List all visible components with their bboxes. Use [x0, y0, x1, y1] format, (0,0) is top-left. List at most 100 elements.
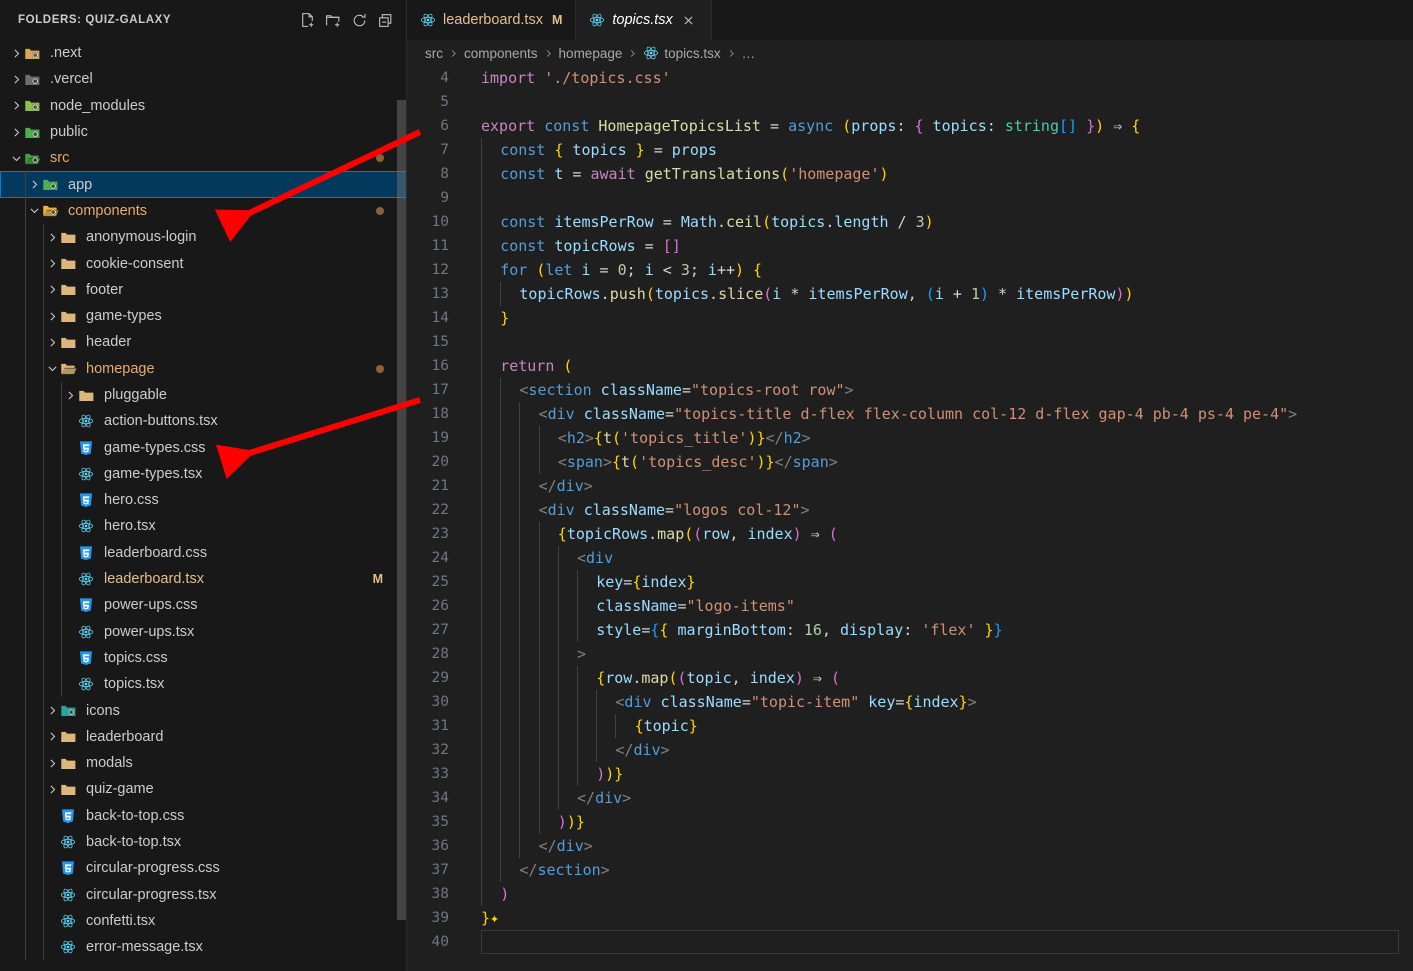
chevron-down-icon[interactable] — [8, 150, 24, 166]
tree-folder-app[interactable]: app — [0, 171, 407, 198]
tree-folder-src[interactable]: src — [0, 145, 407, 171]
tree-file-leaderboard-css[interactable]: leaderboard.css — [0, 539, 407, 566]
tree-folder-anonymous-login[interactable]: anonymous-login — [0, 224, 407, 251]
tree-file-power-ups-css[interactable]: power-ups.css — [0, 592, 407, 619]
tree-file-topics-css[interactable]: topics.css — [0, 644, 407, 672]
code-line[interactable]: 17 <section className="topics-root row"> — [407, 378, 1413, 402]
code-line[interactable]: 14} — [407, 306, 1413, 330]
editor-tab-topics-tsx[interactable]: topics.tsx — [576, 0, 712, 40]
code-line[interactable]: 36 </div> — [407, 834, 1413, 858]
chevron-right-icon[interactable] — [8, 45, 24, 61]
chevron-right-icon[interactable] — [44, 229, 60, 245]
tree-folder-cookie-consent[interactable]: cookie-consent — [0, 250, 407, 277]
tree-folder-footer[interactable]: footer — [0, 276, 407, 303]
code-line[interactable]: 25 key={index} — [407, 570, 1413, 594]
tree-folder-quiz-game[interactable]: quiz-game — [0, 776, 407, 803]
refresh-icon[interactable] — [347, 8, 371, 32]
tree-folder-game-types[interactable]: game-types — [0, 302, 407, 330]
code-line[interactable]: 13 topicRows.push(topics.slice(i * itemsP… — [407, 282, 1413, 306]
chevron-right-icon[interactable] — [8, 124, 24, 140]
editor-tab-leaderboard-tsx[interactable]: leaderboard.tsx M — [407, 0, 577, 40]
code-line[interactable]: 19 <h2>{t('topics_title')}</h2> — [407, 426, 1413, 450]
tree-folder-modals[interactable]: modals — [0, 750, 407, 777]
code-line[interactable]: 15 — [407, 330, 1413, 354]
code-line[interactable]: 40 — [407, 930, 1413, 954]
code-line[interactable]: 26 className="logo-items" — [407, 594, 1413, 618]
breadcrumb-item[interactable]: homepage — [559, 46, 623, 61]
tree-folder--vercel[interactable]: .vercel — [0, 66, 407, 92]
code-line[interactable]: 16 return ( — [407, 354, 1413, 378]
chevron-right-icon[interactable] — [26, 177, 42, 193]
tree-file-game-types-tsx[interactable]: game-types.tsx — [0, 460, 407, 488]
code-line[interactable]: 29 {row.map((topic, index) ⇒ ( — [407, 666, 1413, 690]
code-line[interactable]: 22 <div className="logos col-12"> — [407, 498, 1413, 522]
tree-file-circular-progress-tsx[interactable]: circular-progress.tsx — [0, 881, 407, 908]
breadcrumb-item[interactable]: src — [425, 46, 443, 61]
new-file-icon[interactable] — [295, 8, 319, 32]
code-line[interactable]: 33))} — [407, 762, 1413, 786]
tree-folder-public[interactable]: public — [0, 119, 407, 145]
chevron-right-icon[interactable] — [44, 256, 60, 272]
code-line[interactable]: 28 > — [407, 642, 1413, 666]
breadcrumb[interactable]: src components homepage topics.tsx… — [407, 40, 1413, 66]
code-line[interactable]: 6 export const HomepageTopicsList = async… — [407, 114, 1413, 138]
code-line[interactable]: 18 <div className="topics-title d-flex fl… — [407, 402, 1413, 426]
code-line[interactable]: 24 <div — [407, 546, 1413, 570]
code-line[interactable]: 38) — [407, 882, 1413, 906]
chevron-right-icon[interactable] — [8, 71, 24, 87]
code-editor[interactable]: 4 import './topics.css' 5 6 export const Hom… — [407, 66, 1413, 971]
code-line[interactable]: 20 <span>{t('topics_desc')}</span> — [407, 450, 1413, 474]
breadcrumb-item[interactable]: topics.tsx — [664, 46, 720, 61]
code-line[interactable]: 4 import './topics.css' — [407, 66, 1413, 90]
close-icon[interactable] — [680, 11, 698, 29]
new-folder-icon[interactable] — [321, 8, 345, 32]
tree-folder-leaderboard[interactable]: leaderboard — [0, 723, 407, 751]
code-line[interactable]: 8 const t = await getTranslations('homepa… — [407, 162, 1413, 186]
tree-file-hero-css[interactable]: hero.css — [0, 487, 407, 514]
collapse-all-icon[interactable] — [373, 8, 397, 32]
code-line[interactable]: 23 {topicRows.map((row, index) ⇒ ( — [407, 522, 1413, 546]
code-line[interactable]: 30 <div className="topic-item" key={index… — [407, 690, 1413, 714]
code-line[interactable]: 31 {topic} — [407, 714, 1413, 738]
code-line[interactable]: 27 style={{ marginBottom: 16, display: 'f… — [407, 618, 1413, 642]
code-line[interactable]: 11 const topicRows = [] — [407, 234, 1413, 258]
chevron-right-icon[interactable] — [44, 729, 60, 745]
code-line[interactable]: 21 </div> — [407, 474, 1413, 498]
tree-file-hero-tsx[interactable]: hero.tsx — [0, 513, 407, 540]
tree-file-back-to-top-css[interactable]: back-to-top.css — [0, 802, 407, 829]
chevron-right-icon[interactable] — [44, 334, 60, 350]
code-line[interactable]: 5 — [407, 90, 1413, 114]
tree-file-action-buttons-tsx[interactable]: action-buttons.tsx — [0, 408, 407, 435]
file-tree[interactable]: .next .vercel node_modules public src ap… — [0, 40, 407, 971]
chevron-right-icon[interactable] — [44, 282, 60, 298]
chevron-down-icon[interactable] — [44, 361, 60, 377]
tree-file-leaderboard-tsx[interactable]: leaderboard.tsx M — [0, 565, 407, 593]
chevron-right-icon[interactable] — [44, 308, 60, 324]
tree-folder-components[interactable]: components — [0, 197, 407, 225]
tree-folder-homepage[interactable]: homepage — [0, 355, 407, 382]
tree-file-error-message-tsx[interactable]: error-message.tsx — [0, 934, 407, 961]
tree-file-circular-progress-css[interactable]: circular-progress.css — [0, 855, 407, 882]
tree-folder-pluggable[interactable]: pluggable — [0, 381, 407, 409]
chevron-right-icon[interactable] — [44, 703, 60, 719]
code-line[interactable]: 7 const { topics } = props — [407, 138, 1413, 162]
chevron-right-icon[interactable] — [44, 781, 60, 797]
tree-folder--next[interactable]: .next — [0, 40, 407, 66]
code-line[interactable]: 9 — [407, 186, 1413, 210]
tree-folder-header[interactable]: header — [0, 329, 407, 356]
tree-folder-node-modules[interactable]: node_modules — [0, 93, 407, 119]
breadcrumb-item[interactable]: … — [742, 46, 756, 61]
tree-file-confetti-tsx[interactable]: confetti.tsx — [0, 907, 407, 935]
code-line[interactable]: 35))} — [407, 810, 1413, 834]
code-line[interactable]: 12 for (let i = 0; i < 3; i++) { — [407, 258, 1413, 282]
chevron-right-icon[interactable] — [8, 98, 24, 114]
chevron-right-icon[interactable] — [44, 755, 60, 771]
code-line[interactable]: 34 </div> — [407, 786, 1413, 810]
code-line[interactable]: 37 </section> — [407, 858, 1413, 882]
tree-file-topics-tsx[interactable]: topics.tsx — [0, 671, 407, 698]
tree-file-power-ups-tsx[interactable]: power-ups.tsx — [0, 618, 407, 645]
tree-folder-icons[interactable]: icons — [0, 697, 407, 724]
code-line[interactable]: 10 const itemsPerRow = Math.ceil(topics.l… — [407, 210, 1413, 234]
tree-file-game-types-css[interactable]: game-types.css — [0, 434, 407, 461]
chevron-down-icon[interactable] — [26, 203, 42, 219]
